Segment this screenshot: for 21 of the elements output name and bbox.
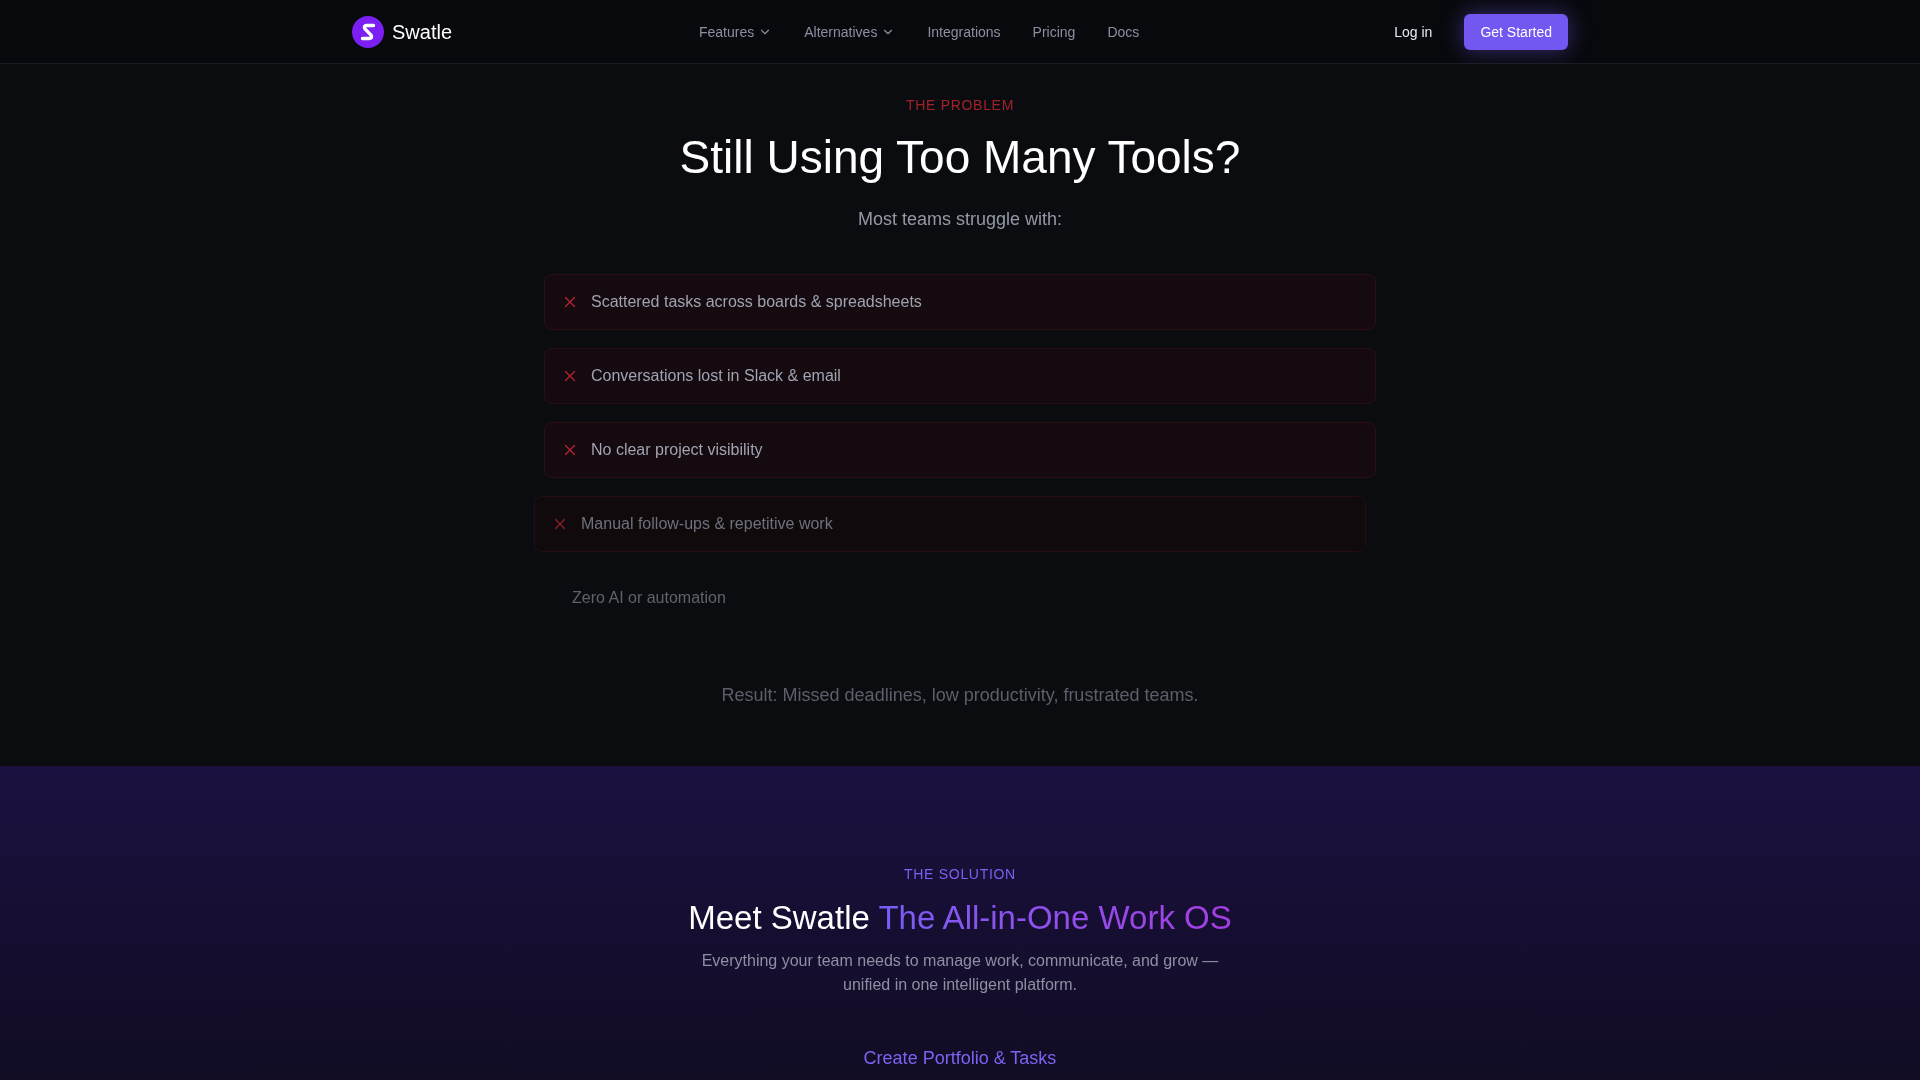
result-text: Result: Missed deadlines, low productivity, frustrated teams. xyxy=(721,684,1199,707)
nav-link[interactable]: Integrations xyxy=(927,21,1001,42)
problem-text: No clear project visibility xyxy=(591,440,763,460)
problem-text: Conversations lost in Slack & email xyxy=(591,366,841,386)
section-subtitle: Most teams struggle with: xyxy=(857,208,1063,231)
problem-text: Scattered tasks across boards & spreadsheets xyxy=(591,292,922,312)
section-eyebrow: THE SOLUTION xyxy=(904,865,1016,884)
login-link[interactable]: Log in xyxy=(1386,13,1441,50)
feature-title: Create Portfolio & Tasks xyxy=(863,1047,1057,1070)
nav-link[interactable]: Features xyxy=(699,21,773,42)
problem-text: Zero AI or automation xyxy=(572,588,726,608)
section-description: Everything your team needs to manage work, communicate, and grow — unified in one intelligent platform. xyxy=(700,951,1220,995)
nav-link[interactable]: Pricing xyxy=(1032,21,1076,42)
nav-link[interactable]: Docs xyxy=(1107,21,1140,42)
section-heading: Still Using Too Many Tools? xyxy=(679,133,1241,181)
logo-icon xyxy=(352,15,384,48)
section-eyebrow: THE PROBLEM xyxy=(905,96,1015,115)
problem-text: Manual follow-ups & repetitive work xyxy=(581,514,833,534)
nav-link[interactable]: Alternatives xyxy=(804,21,896,42)
get-started-button[interactable]: Get Started xyxy=(1464,13,1568,50)
brand-name: Swatle xyxy=(392,19,453,45)
